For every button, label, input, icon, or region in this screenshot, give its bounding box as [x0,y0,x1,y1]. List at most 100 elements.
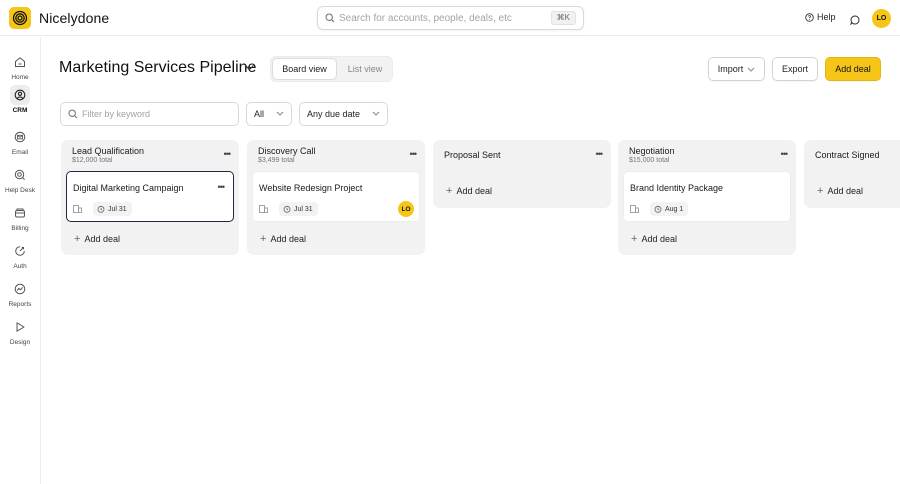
search-placeholder: Search for accounts, people, deals, etc [339,13,512,24]
sidebar-item-home[interactable]: Home [0,51,40,85]
sidebar: Home CRM Email Help Desk Billing Auth Re… [0,37,41,484]
question-icon [805,12,814,22]
building-icon [630,205,639,213]
sidebar-item-label: Design [9,339,31,346]
column-title: Lead Qualification [72,146,145,156]
brand-name: Nicelydone [39,10,110,26]
due-date-text: Aug 1 [665,205,684,213]
sidebar-item-label: Home [11,74,29,81]
sidebar-item-auth[interactable]: Auth [0,240,40,274]
sidebar-item-label: Auth [13,263,27,270]
plus-icon: + [74,233,81,245]
chevron-down-icon [372,111,380,116]
deal-title: Website Redesign Project [259,183,363,193]
user-avatar[interactable]: LO [872,9,891,28]
help-label: Help [817,12,836,22]
column-add-deal-button[interactable]: + Add deal [74,233,120,245]
import-label: Import [717,64,744,74]
keyword-filter-input[interactable]: Filter by keyword [60,102,239,126]
plus-icon: + [446,185,453,197]
chat-button[interactable] [849,12,860,30]
alarm-clock-icon [654,205,662,213]
owner-filter-select[interactable]: All [246,102,292,126]
deal-card[interactable]: Digital Marketing Campaign ••• Jul 31 [66,171,234,222]
assignee-avatar[interactable]: LO [398,201,414,217]
help-button[interactable]: Help [805,12,836,22]
column-title: Negotiation [629,146,675,156]
list-view-tab[interactable]: List view [341,58,389,80]
column-menu-icon[interactable]: ••• [781,149,789,159]
sidebar-item-label: Billing [11,225,29,232]
help-desk-icon [14,169,25,180]
import-button[interactable]: Import [708,57,765,81]
column-add-deal-button[interactable]: + Add deal [817,185,863,197]
export-button[interactable]: Export [772,57,818,81]
auth-icon [15,246,25,256]
chat-bubble-icon [849,15,860,26]
board-view-tab[interactable]: Board view [272,58,337,80]
sidebar-item-crm[interactable]: CRM [0,84,40,118]
plus-icon: + [260,233,267,245]
alarm-clock-icon [283,205,291,213]
sidebar-item-label: CRM [12,107,28,114]
due-date-badge: Jul 31 [93,202,132,216]
add-deal-label: Add deal [84,234,120,244]
card-menu-icon[interactable]: ••• [218,182,226,192]
search-icon [325,13,335,23]
column-menu-icon[interactable]: ••• [224,149,232,159]
column-add-deal-button[interactable]: + Add deal [446,185,492,197]
home-icon [15,57,25,67]
due-date-filter-value: Any due date [307,109,361,119]
global-search-input[interactable]: Search for accounts, people, deals, etc … [317,6,584,30]
deal-card[interactable]: Website Redesign Project Jul 31 LO [252,171,420,222]
view-switcher: Board view List view [270,56,393,82]
sidebar-item-design[interactable]: Design [0,316,40,350]
logo-icon [12,10,28,26]
column-add-deal-button[interactable]: + Add deal [631,233,677,245]
page-title: Marketing Services Pipeline [59,59,257,76]
board-column-contract-signed: Contract Signed + Add deal [804,140,900,208]
logo[interactable] [9,7,31,29]
add-deal-button[interactable]: Add deal [825,57,881,81]
column-add-deal-button[interactable]: + Add deal [260,233,306,245]
sidebar-item-help-desk[interactable]: Help Desk [0,164,40,198]
due-date-badge: Aug 1 [650,202,689,216]
sidebar-item-label: Email [11,149,29,156]
board-column-proposal-sent: Proposal Sent ••• + Add deal [433,140,611,208]
sidebar-item-billing[interactable]: Billing [0,202,40,236]
column-total: $3,499 total [258,157,295,164]
add-deal-label: Add deal [641,234,677,244]
chevron-down-icon[interactable] [244,64,255,71]
add-deal-label: Add deal [270,234,306,244]
add-deal-label: Add deal [456,186,492,196]
reports-icon [14,283,26,295]
board-column-negotiation: Negotiation $15,000 total ••• Brand Iden… [618,140,796,255]
sidebar-item-label: Help Desk [5,187,35,194]
column-title: Proposal Sent [444,150,501,160]
chevron-down-icon [747,67,755,72]
column-total: $12,000 total [72,157,113,164]
sidebar-item-label: Reports [8,301,32,308]
building-icon [73,205,82,213]
keyword-placeholder: Filter by keyword [82,109,151,119]
plus-icon: + [817,185,824,197]
sidebar-item-email[interactable]: Email [0,126,40,160]
design-icon [16,322,25,332]
board-column-lead-qualification: Lead Qualification $12,000 total ••• Dig… [61,140,239,255]
board-column-discovery-call: Discovery Call $3,499 total ••• Website … [247,140,425,255]
column-menu-icon[interactable]: ••• [596,149,604,159]
billing-icon [15,208,25,218]
column-menu-icon[interactable]: ••• [410,149,418,159]
due-date-text: Jul 31 [294,205,313,213]
search-icon [68,109,78,119]
search-shortcut: ⌘K [550,11,576,25]
due-date-filter-select[interactable]: Any due date [299,102,388,126]
top-bar: Nicelydone Search for accounts, people, … [0,0,900,36]
alarm-clock-icon [97,205,105,213]
deal-card[interactable]: Brand Identity Package Aug 1 [623,171,791,222]
due-date-text: Jul 31 [108,205,127,213]
deal-title: Digital Marketing Campaign [73,183,184,193]
email-icon [14,131,26,143]
sidebar-item-reports[interactable]: Reports [0,278,40,312]
owner-filter-value: All [254,109,265,119]
